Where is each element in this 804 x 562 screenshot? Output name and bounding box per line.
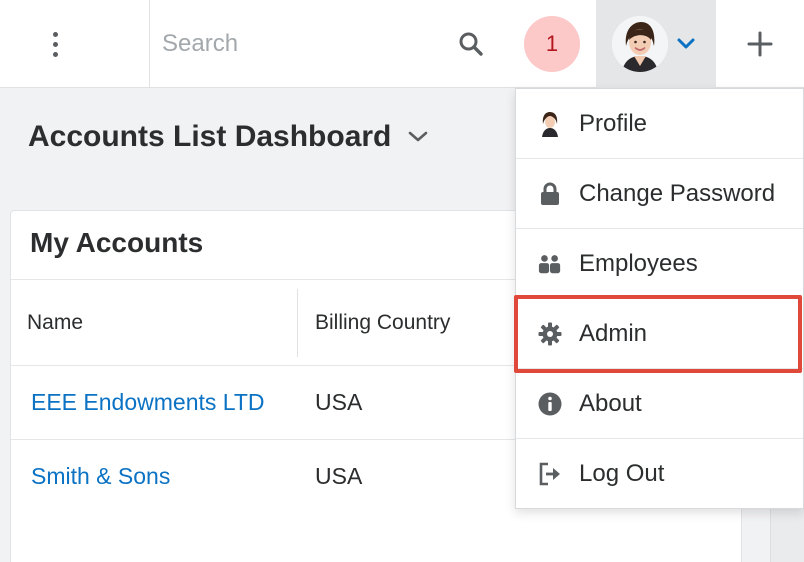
menu-item-label: Log Out — [579, 460, 665, 487]
dashlet-title: My Accounts — [30, 227, 204, 258]
user-menu-toggle[interactable] — [596, 0, 716, 88]
menu-item-label: Admin — [579, 319, 648, 347]
avatar-icon — [538, 111, 562, 137]
chevron-down-icon — [677, 38, 695, 49]
search-button[interactable] — [455, 28, 487, 60]
menu-item-about[interactable]: About — [516, 369, 803, 439]
kebab-icon — [53, 31, 58, 57]
menu-item-employees[interactable]: Employees — [516, 229, 803, 299]
more-menu-button[interactable] — [0, 0, 150, 88]
billing-country-cell: USA — [315, 389, 363, 415]
menu-item-label: Employees — [579, 249, 698, 277]
account-link[interactable]: EEE Endowments LTD — [31, 389, 265, 416]
account-link[interactable]: Smith & Sons — [31, 463, 170, 490]
menu-item-profile[interactable]: Profile — [516, 89, 803, 159]
menu-item-log-out[interactable]: Log Out — [516, 439, 803, 509]
search-icon — [459, 32, 483, 56]
column-header-name[interactable]: Name — [27, 311, 83, 335]
lock-icon — [538, 182, 562, 206]
notifications-badge[interactable]: 1 — [524, 16, 580, 72]
page-title: Accounts List Dashboard — [28, 120, 392, 153]
column-header-billing-country[interactable]: Billing Country — [315, 311, 450, 335]
column-resize-handle[interactable] — [297, 289, 298, 357]
gear-icon — [538, 322, 562, 346]
user-menu-dropdown: Profile Change Password Employees Admin … — [515, 88, 804, 509]
menu-item-label: About — [579, 389, 642, 417]
menu-item-change-password[interactable]: Change Password — [516, 159, 803, 229]
notification-count: 1 — [545, 31, 559, 56]
chevron-down-icon[interactable] — [407, 130, 429, 144]
employees-icon — [538, 252, 562, 276]
plus-icon — [747, 31, 773, 57]
menu-item-label: Change Password — [579, 179, 776, 207]
search-input[interactable] — [150, 0, 505, 88]
billing-country-cell: USA — [315, 463, 363, 489]
menu-item-admin[interactable]: Admin — [516, 299, 803, 369]
top-navigation-bar: 1 — [0, 0, 804, 88]
quick-create-button[interactable] — [716, 0, 804, 88]
avatar — [612, 16, 668, 72]
info-icon — [538, 392, 562, 416]
menu-item-label: Profile — [579, 109, 648, 137]
dashboard-title-row[interactable]: Accounts List Dashboard — [28, 120, 429, 154]
logout-icon — [538, 462, 562, 486]
